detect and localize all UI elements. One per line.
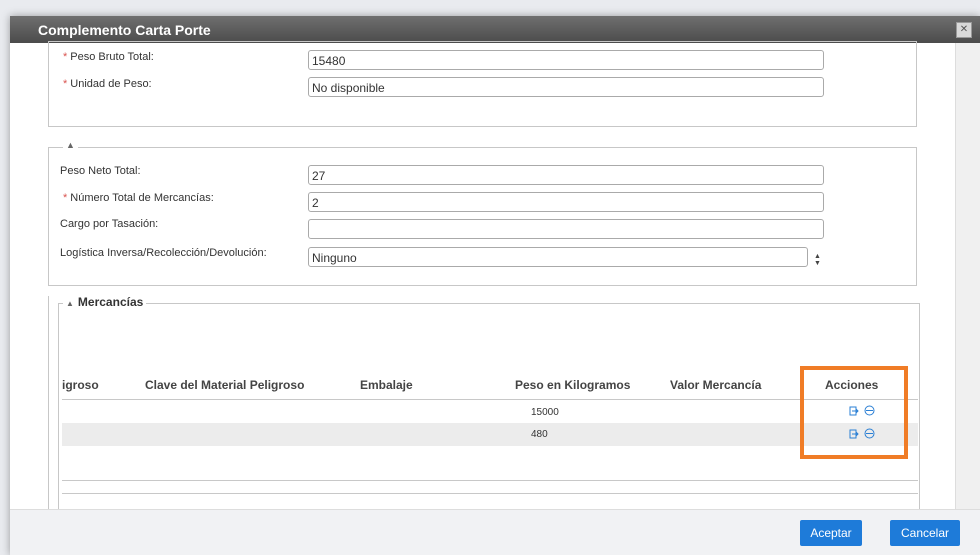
scrollbar[interactable] <box>955 43 980 509</box>
select-arrows-icon[interactable]: ▲▼ <box>810 250 822 270</box>
acciones-highlight <box>800 366 908 459</box>
logistica-select[interactable]: Ninguno <box>308 247 808 267</box>
required-marker: * <box>63 192 68 204</box>
cancel-button[interactable]: Cancelar <box>890 520 960 546</box>
required-marker: * <box>63 51 68 63</box>
table-footer-divider <box>62 480 918 481</box>
peso-neto-label: Peso Neto Total: <box>60 165 141 177</box>
dialog-content: * Peso Bruto Total: 15480 * Unidad de Peso… <box>10 41 980 516</box>
num-mercancias-label: * Número Total de Mercancías: <box>63 192 214 204</box>
peso-bruto-label: * Peso Bruto Total: <box>63 51 154 63</box>
mercancias-left-border <box>48 296 49 516</box>
mercancias-legend: ▲ Mercancías <box>63 295 147 309</box>
required-marker: * <box>63 78 68 90</box>
dialog-footer: Aceptar Cancelar <box>10 509 980 555</box>
col-peso-kg[interactable]: Peso en Kilogramos <box>515 378 630 392</box>
peso-cell: 15000 <box>531 407 559 418</box>
logistica-label: Logística Inversa/Recolección/Devolución… <box>60 247 267 259</box>
complemento-dialog: Complemento Carta Porte ✕ * Peso Bruto To… <box>10 16 980 555</box>
close-icon[interactable]: ✕ <box>956 22 972 38</box>
dialog-title: Complemento Carta Porte <box>38 22 211 38</box>
col-peligroso[interactable]: igroso <box>62 378 99 392</box>
unidad-peso-input[interactable]: No disponible <box>308 77 824 97</box>
collapse-mercancias-icon[interactable]: ▲ <box>66 299 74 308</box>
table-footer-divider <box>62 493 918 494</box>
peso-cell: 480 <box>531 429 548 440</box>
table-row[interactable]: 15000 <box>62 400 918 423</box>
dialog-titlebar: Complemento Carta Porte ✕ <box>10 16 980 43</box>
cargo-tasacion-label: Cargo por Tasación: <box>60 218 159 230</box>
col-valor[interactable]: Valor Mercancía <box>670 378 761 392</box>
unidad-peso-label: * Unidad de Peso: <box>63 78 152 90</box>
peso-neto-input[interactable]: 27 <box>308 165 824 185</box>
num-mercancias-input[interactable]: 2 <box>308 192 824 212</box>
collapse-totales-icon[interactable]: ▲ <box>63 140 78 150</box>
cargo-tasacion-input[interactable] <box>308 219 824 239</box>
table-row[interactable]: 480 <box>62 423 918 446</box>
accept-button[interactable]: Aceptar <box>800 520 862 546</box>
col-embalaje[interactable]: Embalaje <box>360 378 413 392</box>
col-clave-material[interactable]: Clave del Material Peligroso <box>145 378 304 392</box>
peso-bruto-input[interactable]: 15480 <box>308 50 824 70</box>
